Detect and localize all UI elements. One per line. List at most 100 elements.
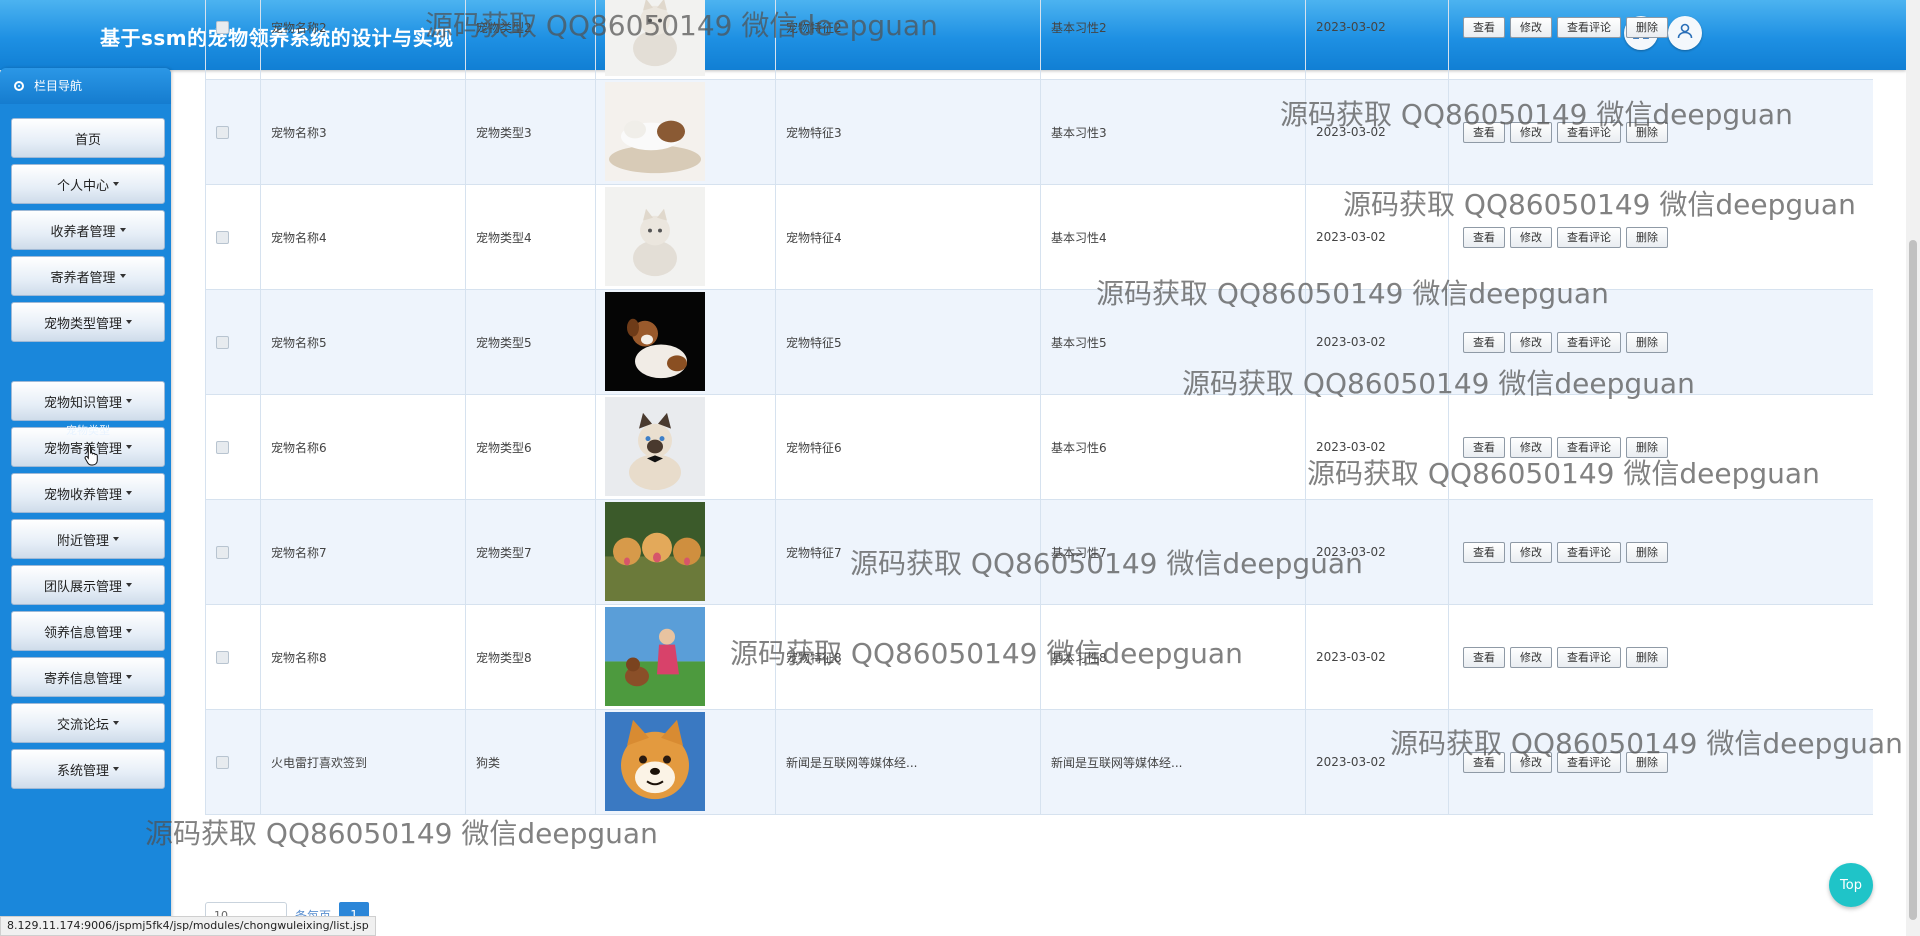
table-row: 宠物名称5 宠物类型5 宠物特征5 基本习性5 2023-03-02 查看 修改 查看评论 删除 bbox=[205, 290, 1873, 395]
view-comments-button[interactable]: 查看评论 bbox=[1557, 437, 1621, 458]
sidebar-item-3[interactable]: 寄养者管理 bbox=[11, 256, 165, 296]
pet-habit-text: 基本习性8 bbox=[1051, 650, 1107, 665]
view-button[interactable]: 查看 bbox=[1463, 332, 1505, 353]
edit-button[interactable]: 修改 bbox=[1510, 752, 1552, 773]
edit-button[interactable]: 修改 bbox=[1510, 227, 1552, 248]
delete-button[interactable]: 删除 bbox=[1626, 647, 1668, 668]
pet-type-text: 宠物类型5 bbox=[476, 335, 532, 350]
pet-name-cell: 宠物名称4 bbox=[260, 185, 465, 289]
row-checkbox[interactable] bbox=[216, 651, 229, 664]
date-text: 2023-03-02 bbox=[1316, 20, 1386, 34]
pet-habit-text: 基本习性2 bbox=[1051, 20, 1107, 35]
pet-type-text: 宠物类型3 bbox=[476, 125, 532, 140]
delete-button[interactable]: 删除 bbox=[1626, 752, 1668, 773]
sidebar-item-label: 宠物收养管理 bbox=[43, 487, 122, 503]
edit-button[interactable]: 修改 bbox=[1510, 122, 1552, 143]
date-cell: 2023-03-02 bbox=[1305, 605, 1448, 709]
sidebar-item-12[interactable]: 交流论坛 bbox=[11, 703, 165, 743]
pet-image bbox=[605, 292, 705, 391]
row-checkbox[interactable] bbox=[216, 546, 229, 559]
sidebar-item-label: 寄养信息管理 bbox=[43, 671, 122, 687]
sidebar-item-11[interactable]: 寄养信息管理 bbox=[11, 657, 165, 697]
view-button[interactable]: 查看 bbox=[1463, 437, 1505, 458]
view-comments-button[interactable]: 查看评论 bbox=[1557, 752, 1621, 773]
sidebar-item-2[interactable]: 收养者管理 bbox=[11, 210, 165, 250]
caret-down-icon bbox=[126, 491, 132, 495]
row-checkbox[interactable] bbox=[216, 21, 229, 34]
sidebar-item-7[interactable]: 宠物收养管理 bbox=[11, 473, 165, 513]
sidebar-item-8[interactable]: 附近管理 bbox=[11, 519, 165, 559]
row-checkbox[interactable] bbox=[216, 126, 229, 139]
sidebar-item-0[interactable]: 首页 bbox=[11, 118, 165, 158]
view-button[interactable]: 查看 bbox=[1463, 752, 1505, 773]
delete-button[interactable]: 删除 bbox=[1626, 122, 1668, 143]
view-comments-button[interactable]: 查看评论 bbox=[1557, 332, 1621, 353]
edit-button[interactable]: 修改 bbox=[1510, 647, 1552, 668]
view-button[interactable]: 查看 bbox=[1463, 647, 1505, 668]
sidebar: 栏目导航 首页 个人中心 收养者管理 寄养者管理 宠物类型管理 宠物知识管理 宠物寄养管理宠… bbox=[0, 68, 171, 924]
scrollbar-thumb[interactable] bbox=[1909, 240, 1917, 920]
edit-button[interactable]: 修改 bbox=[1510, 542, 1552, 563]
sidebar-item-1[interactable]: 个人中心 bbox=[11, 164, 165, 204]
pet-name-text: 宠物名称8 bbox=[271, 650, 327, 665]
select-cell bbox=[205, 710, 260, 814]
sidebar-item-4[interactable]: 宠物类型管理 bbox=[11, 302, 165, 342]
edit-button[interactable]: 修改 bbox=[1510, 17, 1552, 38]
pet-name-cell: 宠物名称2 bbox=[260, 0, 465, 79]
select-cell bbox=[205, 0, 260, 79]
view-comments-button[interactable]: 查看评论 bbox=[1557, 647, 1621, 668]
sidebar-item-label: 个人中心 bbox=[56, 178, 109, 194]
pet-habit-cell: 基本习性8 bbox=[1040, 605, 1305, 709]
radio-dot-icon bbox=[14, 81, 24, 91]
caret-down-icon bbox=[113, 182, 119, 186]
sidebar-item-10[interactable]: 领养信息管理 bbox=[11, 611, 165, 651]
pet-image bbox=[605, 82, 705, 181]
view-comments-button[interactable]: 查看评论 bbox=[1557, 122, 1621, 143]
row-checkbox[interactable] bbox=[216, 231, 229, 244]
pet-feature-cell: 宠物特征2 bbox=[775, 0, 1040, 79]
row-checkbox[interactable] bbox=[216, 336, 229, 349]
delete-button[interactable]: 删除 bbox=[1626, 437, 1668, 458]
pet-name-cell: 火电雷打喜欢签到 bbox=[260, 710, 465, 814]
sidebar-subitem-pet-type[interactable]: 宠物类型 bbox=[11, 420, 165, 442]
pet-name-cell: 宠物名称5 bbox=[260, 290, 465, 394]
row-actions: 查看 修改 查看评论 删除 bbox=[1463, 332, 1668, 353]
row-actions: 查看 修改 查看评论 删除 bbox=[1463, 752, 1668, 773]
table-row: 宠物名称7 宠物类型7 宠物特征7 基本习性7 2023-03-02 查看 修改 查看评论 删除 bbox=[205, 500, 1873, 605]
edit-button[interactable]: 修改 bbox=[1510, 332, 1552, 353]
table-row: 宠物名称4 宠物类型4 宠物特征4 基本习性4 2023-03-02 查看 修改 查看评论 删除 bbox=[205, 185, 1873, 290]
date-text: 2023-03-02 bbox=[1316, 230, 1386, 244]
pet-feature-cell: 宠物特征6 bbox=[775, 395, 1040, 499]
sidebar-item-5[interactable]: 宠物知识管理 bbox=[11, 381, 165, 421]
view-comments-button[interactable]: 查看评论 bbox=[1557, 227, 1621, 248]
pet-type-text: 宠物类型7 bbox=[476, 545, 532, 560]
view-button[interactable]: 查看 bbox=[1463, 227, 1505, 248]
delete-button[interactable]: 删除 bbox=[1626, 17, 1668, 38]
row-checkbox[interactable] bbox=[216, 756, 229, 769]
pet-feature-text: 宠物特征8 bbox=[786, 650, 842, 665]
view-button[interactable]: 查看 bbox=[1463, 122, 1505, 143]
edit-button[interactable]: 修改 bbox=[1510, 437, 1552, 458]
sidebar-item-label: 附近管理 bbox=[56, 533, 109, 549]
date-cell: 2023-03-02 bbox=[1305, 710, 1448, 814]
pet-type-text: 狗类 bbox=[476, 755, 501, 770]
select-cell bbox=[205, 395, 260, 499]
delete-button[interactable]: 删除 bbox=[1626, 542, 1668, 563]
view-comments-button[interactable]: 查看评论 bbox=[1557, 17, 1621, 38]
row-checkbox[interactable] bbox=[216, 441, 229, 454]
row-actions: 查看 修改 查看评论 删除 bbox=[1463, 122, 1668, 143]
delete-button[interactable]: 删除 bbox=[1626, 332, 1668, 353]
view-button[interactable]: 查看 bbox=[1463, 17, 1505, 38]
view-button[interactable]: 查看 bbox=[1463, 542, 1505, 563]
back-to-top-button[interactable]: Top bbox=[1829, 863, 1873, 907]
pet-feature-text: 宠物特征3 bbox=[786, 125, 842, 140]
vertical-scrollbar[interactable] bbox=[1906, 0, 1920, 936]
table-row: 宠物名称3 宠物类型3 宠物特征3 基本习性3 2023-03-02 查看 修改 查看评论 删除 bbox=[205, 80, 1873, 185]
sidebar-item-9[interactable]: 团队展示管理 bbox=[11, 565, 165, 605]
view-comments-button[interactable]: 查看评论 bbox=[1557, 542, 1621, 563]
sidebar-item-label: 领养信息管理 bbox=[43, 625, 122, 641]
pet-habit-text: 基本习性4 bbox=[1051, 230, 1107, 245]
delete-button[interactable]: 删除 bbox=[1626, 227, 1668, 248]
sidebar-item-13[interactable]: 系统管理 bbox=[11, 749, 165, 789]
pet-type-cell: 宠物类型7 bbox=[465, 500, 595, 604]
